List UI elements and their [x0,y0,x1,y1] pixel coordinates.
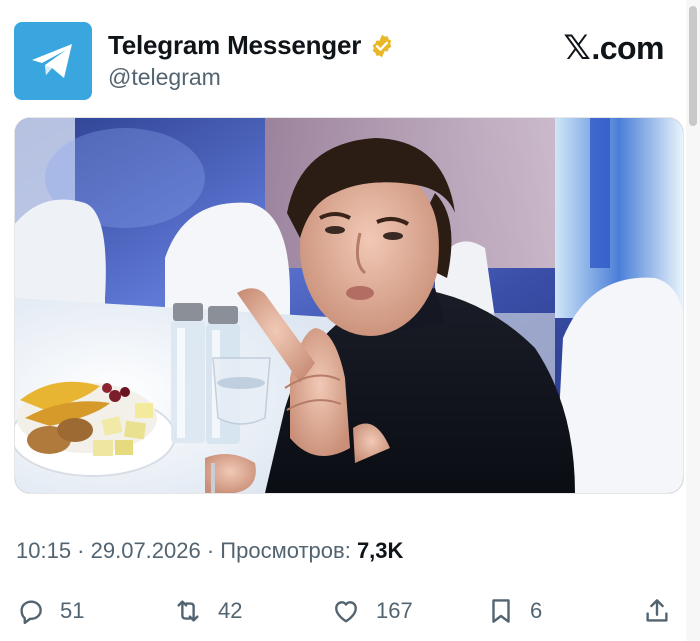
gold-verified-badge-icon[interactable] [369,33,395,59]
tweet-photo[interactable] [14,117,684,494]
scrollbar-thumb[interactable] [689,6,697,126]
meta-separator: · [71,538,91,563]
share-icon [646,599,668,622]
photo-illustration [15,118,683,493]
bookmark-button[interactable]: 6 [486,591,542,631]
scrollbar[interactable] [686,0,700,641]
share-button[interactable] [642,591,672,631]
repost-icon [177,600,199,622]
tweet-meta: 10:15 · 29.07.2026 · Просмотров: 7,3K [16,538,403,564]
avatar[interactable] [14,22,92,100]
heart-icon [335,601,357,623]
like-button[interactable]: 167 [330,591,413,631]
views-count: 7,3K [356,538,404,563]
x-com-logo[interactable]: 𝕏 .com [563,28,664,68]
reply-count: 51 [60,598,85,623]
reply-button[interactable]: 51 [16,591,84,631]
reply-icon [20,600,42,625]
bookmark-icon [492,599,510,623]
like-count: 167 [376,598,413,623]
meta-separator: · [200,538,221,563]
x-logo-icon: 𝕏 [563,29,591,67]
author-name-row[interactable]: Telegram Messenger [108,30,395,61]
telegram-paper-plane-icon [32,44,72,78]
repost-count: 42 [218,598,243,623]
views-label: Просмотров: [220,538,351,563]
tweet-date[interactable]: 29.07.2026 [91,538,201,563]
tweet-card: Telegram Messenger @telegram 𝕏 .com 10:1… [0,0,700,641]
tweet-action-bar: 51 42 167 6 [14,591,682,631]
author-handle[interactable]: @telegram [108,64,221,91]
repost-button[interactable]: 42 [172,591,242,631]
x-logo-text: .com [591,29,664,66]
bookmark-count: 6 [530,598,543,623]
tweet-time[interactable]: 10:15 [16,538,71,563]
author-display-name[interactable]: Telegram Messenger [108,30,361,61]
